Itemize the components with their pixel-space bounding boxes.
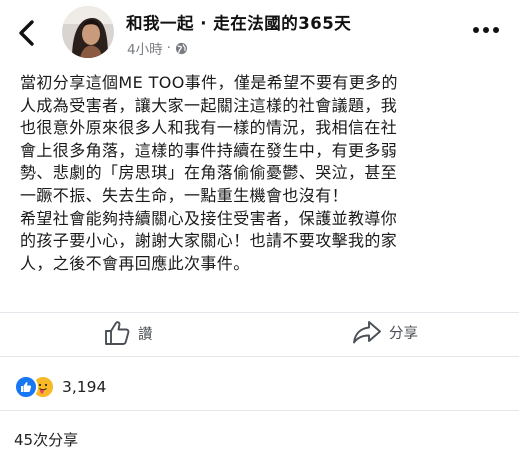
thumbs-up-icon [105, 321, 130, 345]
like-label: 讚 [138, 326, 153, 343]
like-button[interactable]: 讚 [103, 319, 153, 347]
avatar-image [62, 6, 114, 58]
meta-separator: · [166, 40, 171, 56]
divider [0, 410, 519, 411]
post-body-text: 當初分享這個ME TOO事件，僅是希望不要有更多的 人成為受害者，讓大家一起關注… [20, 73, 398, 273]
share-label: 分享 [389, 325, 418, 342]
share-count[interactable]: 45次分享 [14, 429, 78, 450]
avatar[interactable] [62, 6, 114, 58]
chevron-left-icon [19, 20, 34, 46]
reaction-count: 3,194 [62, 378, 107, 396]
page-name[interactable]: 和我一起 · 走在法國的365天 [126, 10, 351, 34]
globe-icon [175, 42, 187, 54]
like-icon [14, 375, 38, 399]
post-header: 和我一起 · 走在法國的365天 4小時 · [0, 0, 519, 66]
back-button[interactable] [14, 18, 40, 48]
reactions-summary[interactable]: 3,194 [14, 375, 106, 399]
divider [0, 356, 519, 357]
more-options-button[interactable] [471, 22, 501, 38]
post-timestamp[interactable]: 4小時 [127, 38, 163, 58]
share-button[interactable]: 分享 [352, 319, 418, 345]
post-actions-bar: 讚 分享 [0, 313, 519, 353]
post-meta: 4小時 · [127, 38, 188, 58]
more-horizontal-icon [473, 27, 499, 33]
share-arrow-icon [353, 321, 381, 344]
